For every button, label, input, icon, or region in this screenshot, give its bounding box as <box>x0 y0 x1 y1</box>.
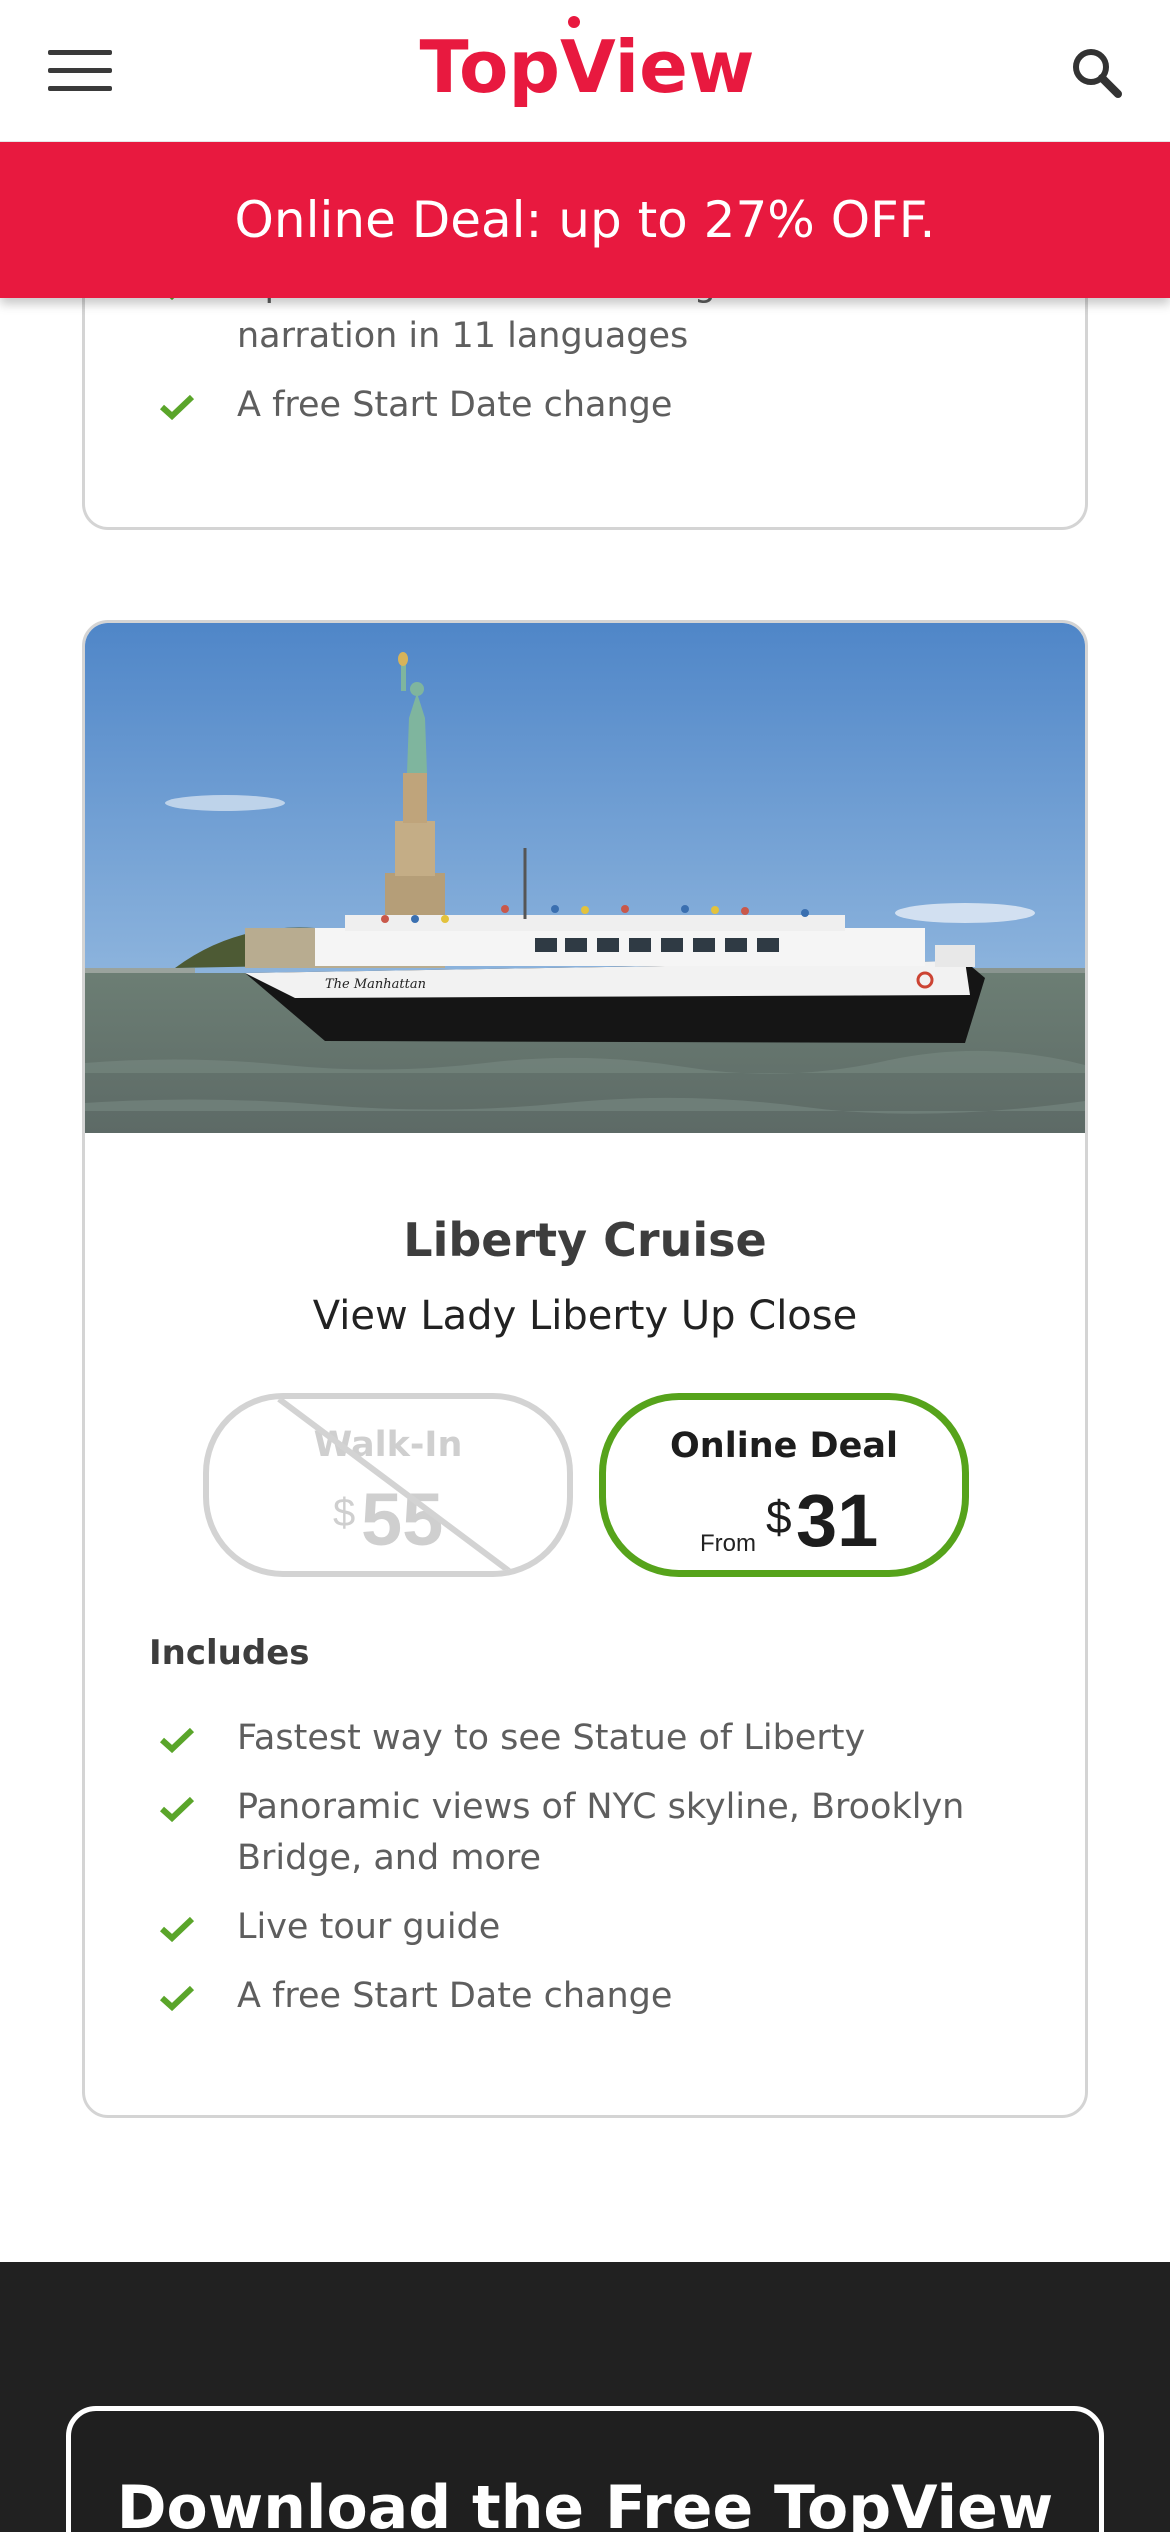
banner-text: Online Deal: up to 27% OFF. <box>234 191 936 249</box>
check-icon <box>159 1796 195 1822</box>
walk-in-price-box: Walk-In $ 55 <box>203 1393 573 1577</box>
strikethrough-line <box>277 1399 511 1571</box>
liberty-cruise-card[interactable]: The Manhattan Liberty Cruise View Lady L… <box>82 620 1088 2118</box>
list-item: A free Start Date change <box>159 1971 1019 2022</box>
statue-of-liberty-cruise-photo[interactable]: The Manhattan <box>85 623 1085 1133</box>
search-icon[interactable] <box>1066 42 1126 102</box>
includes-list: Fastest way to see Statue of Liberty Pan… <box>159 1713 1019 2040</box>
online-price: From $ 31 <box>606 1476 962 1566</box>
list-item: A free Start Date change <box>159 380 1019 431</box>
feature-text: A free Start Date change <box>237 1976 673 2016</box>
online-deal-banner[interactable]: Online Deal: up to 27% OFF. <box>0 142 1170 298</box>
includes-heading: Includes <box>149 1633 310 1673</box>
feature-text: Panoramic views of NYC skyline, Brooklyn… <box>237 1787 965 1878</box>
list-item: Fastest way to see Statue of Liberty <box>159 1713 1019 1764</box>
online-deal-price-box[interactable]: Online Deal From $ 31 <box>599 1393 969 1577</box>
logo-text: TopView <box>419 25 754 109</box>
currency-symbol: $ <box>766 1491 792 1543</box>
online-deal-label: Online Deal <box>670 1426 898 1466</box>
list-item: Panoramic views of NYC skyline, Brooklyn… <box>159 1782 1019 1884</box>
tour-title[interactable]: Liberty Cruise <box>85 1213 1085 1267</box>
tour-subtitle: View Lady Liberty Up Close <box>312 1293 858 1339</box>
page: TopView Online Deal: up to 27% OFF. Opti… <box>0 0 1170 2532</box>
topview-logo[interactable]: TopView <box>417 6 757 134</box>
feature-text: A free Start Date change <box>237 385 673 425</box>
check-icon <box>159 1916 195 1942</box>
svg-text:The Manhattan: The Manhattan <box>325 977 426 992</box>
check-icon <box>159 1727 195 1753</box>
check-icon <box>159 394 195 420</box>
from-label: From <box>700 1530 756 1557</box>
hamburger-menu-icon[interactable] <box>44 44 114 96</box>
app-download-title: Download the Free TopView <box>116 2473 1054 2532</box>
top-header: TopView <box>0 0 1170 142</box>
list-item: Live tour guide <box>159 1902 1019 1953</box>
app-download-section: Download the Free TopView <box>0 2262 1170 2532</box>
check-icon <box>159 1985 195 2011</box>
app-download-card[interactable]: Download the Free TopView <box>66 2406 1104 2532</box>
feature-text: Fastest way to see Statue of Liberty <box>237 1718 866 1758</box>
feature-text: Live tour guide <box>237 1907 501 1947</box>
online-amount: 31 <box>796 1479 879 1562</box>
